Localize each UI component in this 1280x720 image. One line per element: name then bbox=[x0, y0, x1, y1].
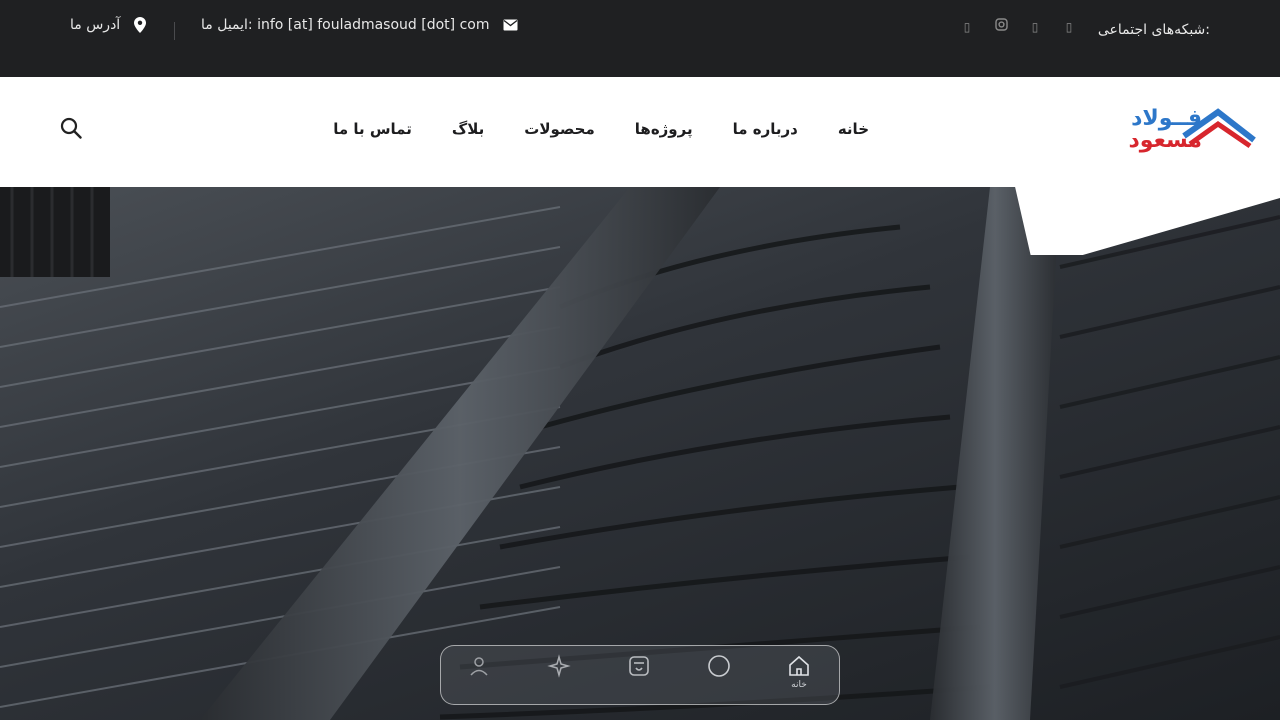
email-text: ایمیل ما: info [at] fouladmasoud [dot] c… bbox=[201, 17, 490, 33]
nav-about[interactable]: درباره ما bbox=[733, 120, 798, 138]
twitter-icon[interactable]: ▯ bbox=[1029, 18, 1041, 36]
facebook-icon[interactable]: ▯ bbox=[1063, 18, 1075, 36]
instagram-icon[interactable] bbox=[995, 18, 1008, 36]
brand-line-2: مسعود bbox=[1128, 128, 1202, 153]
linkedin-icon[interactable]: ▯ bbox=[961, 18, 973, 36]
nav-home[interactable]: خانه bbox=[838, 120, 869, 138]
envelope-icon bbox=[503, 19, 518, 31]
social-label: شبکه‌های اجتماعی: bbox=[1097, 22, 1210, 38]
nav-contact[interactable]: تماس با ما bbox=[333, 120, 412, 138]
main-nav: خانه درباره ما پروژه‌ها محصولات بلاگ تما… bbox=[333, 120, 869, 138]
circle-icon bbox=[708, 655, 730, 677]
sparkle-icon bbox=[547, 654, 571, 678]
top-bar: شبکه‌های اجتماعی: ▯ ▯ ▯ ایمیل ما: info [… bbox=[0, 0, 1280, 77]
address-info[interactable]: آدرس ما bbox=[70, 17, 147, 33]
nav-blog[interactable]: بلاگ bbox=[452, 120, 484, 138]
dock-home-label: خانه bbox=[791, 680, 807, 690]
bottom-dock: خانه bbox=[440, 645, 840, 705]
nav-products[interactable]: محصولات bbox=[524, 120, 595, 138]
home-icon bbox=[789, 655, 809, 676]
dock-item-2[interactable] bbox=[699, 654, 739, 698]
social-icons: ▯ ▯ ▯ bbox=[961, 18, 1075, 36]
store-icon bbox=[629, 656, 649, 676]
dock-item-4[interactable] bbox=[539, 654, 579, 698]
brand-logo[interactable]: فــولاد مسعود bbox=[1108, 102, 1258, 158]
map-pin-icon bbox=[134, 17, 147, 33]
email-info[interactable]: ایمیل ما: info [at] fouladmasoud [dot] c… bbox=[201, 17, 518, 33]
dock-item-5[interactable] bbox=[459, 654, 499, 698]
topbar-divider bbox=[174, 22, 175, 40]
dock-item-3[interactable] bbox=[619, 654, 659, 698]
dock-home[interactable]: خانه bbox=[779, 654, 819, 698]
nav-projects[interactable]: پروژه‌ها bbox=[635, 120, 693, 138]
user-icon bbox=[470, 657, 488, 676]
address-text: آدرس ما bbox=[70, 17, 121, 33]
search-button[interactable] bbox=[60, 117, 84, 141]
search-icon bbox=[60, 117, 82, 139]
hero-roof-image bbox=[0, 187, 1280, 720]
